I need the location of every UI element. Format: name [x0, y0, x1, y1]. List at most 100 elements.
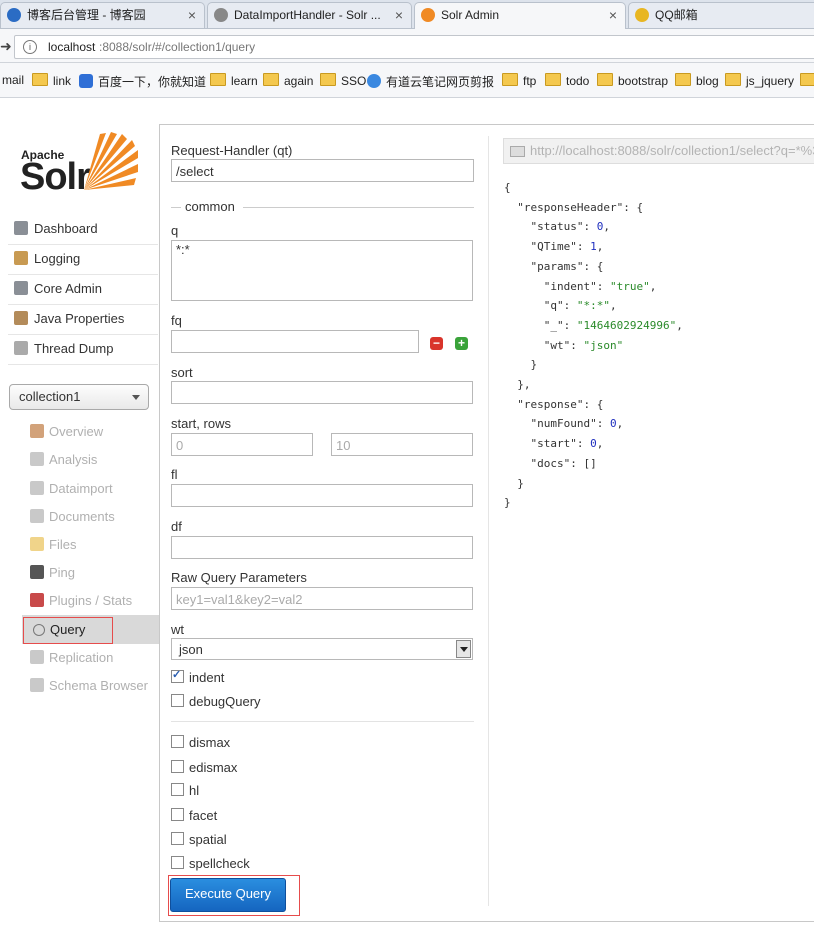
json-line: }	[504, 474, 683, 494]
browser-tab-strip: 博客后台管理 - 博客园 × DataImportHandler - Solr …	[0, 0, 814, 30]
bookmark-baidu[interactable]: 百度一下，你就知道	[79, 73, 206, 90]
json-token: "q":	[543, 299, 577, 313]
rows-input[interactable]: 10	[331, 433, 473, 456]
dashboard-icon	[14, 221, 28, 235]
checkbox[interactable]	[171, 735, 184, 748]
checkbox[interactable]	[171, 808, 184, 821]
spatial-checkbox[interactable]: spatial	[171, 832, 227, 847]
json-line: "QTime": 1,	[504, 237, 683, 257]
fq-input[interactable]	[171, 330, 419, 353]
nav-analysis[interactable]: Analysis	[30, 452, 97, 467]
nav-java-properties[interactable]: Java Properties	[14, 311, 124, 326]
bookmark-youdao[interactable]: 有道云笔记网页剪报	[367, 73, 494, 90]
json-token: "indent":	[543, 279, 610, 293]
bookmark-learn[interactable]: learn	[210, 73, 258, 88]
checkbox[interactable]	[171, 856, 184, 869]
back-arrow-icon[interactable]: ➜	[0, 38, 12, 55]
close-icon[interactable]: ×	[395, 3, 403, 27]
logging-icon	[14, 251, 28, 265]
link-icon	[510, 146, 525, 157]
response-url-text: http://localhost:8088/solr/collection1/s…	[530, 143, 814, 158]
nav-thread-dump[interactable]: Thread Dump	[14, 341, 113, 356]
q-textarea[interactable]: *:*	[171, 240, 473, 301]
json-line: "q": "*:*",	[504, 296, 683, 316]
qt-input[interactable]: /select	[171, 159, 474, 182]
facet-checkbox[interactable]: facet	[171, 808, 217, 823]
wt-select[interactable]: json	[171, 638, 473, 660]
edismax-checkbox[interactable]: edismax	[171, 760, 237, 775]
bookmark-ftp[interactable]: ftp	[502, 73, 536, 88]
json-line: }	[504, 355, 683, 375]
nav-overview[interactable]: Overview	[30, 424, 103, 439]
close-icon[interactable]: ×	[609, 3, 617, 27]
execute-annotation-box	[168, 875, 300, 916]
response-url-link[interactable]: http://localhost:8088/solr/collection1/s…	[503, 138, 814, 164]
wt-label: wt	[171, 622, 184, 637]
json-token: ,	[649, 279, 657, 293]
checkbox[interactable]	[171, 694, 184, 707]
debugquery-checkbox[interactable]: debugQuery	[171, 694, 261, 709]
nav-plugins-stats[interactable]: Plugins / Stats	[30, 593, 132, 608]
remove-icon[interactable]: −	[430, 337, 443, 350]
bookmark-js-jquery[interactable]: js_jquery	[725, 73, 794, 88]
browser-tab-dataimport[interactable]: DataImportHandler - Solr ... ×	[207, 2, 412, 28]
divider	[8, 334, 158, 335]
browser-tab-cnblogs[interactable]: 博客后台管理 - 博客园 ×	[0, 2, 205, 28]
paw-icon	[79, 74, 93, 88]
bookmark-sso[interactable]: SSO	[320, 73, 366, 88]
nav-files[interactable]: Files	[30, 537, 76, 552]
start-input[interactable]: 0	[171, 433, 313, 456]
bookmark-mail[interactable]: mail	[2, 73, 24, 87]
solr-logo[interactable]: Apache Solr	[20, 132, 140, 198]
sort-input[interactable]	[171, 381, 473, 404]
nav-logging[interactable]: Logging	[14, 251, 80, 266]
checkbox-checked[interactable]	[171, 668, 184, 683]
bookmark-again[interactable]: again	[263, 73, 313, 88]
nav-core-admin[interactable]: Core Admin	[14, 281, 102, 296]
df-input[interactable]	[171, 536, 473, 559]
page-icon	[214, 8, 228, 22]
nav-dataimport[interactable]: Dataimport	[30, 481, 113, 496]
wt-select-value: json	[179, 642, 203, 657]
json-token: },	[517, 378, 531, 392]
bookmark-bootstrap[interactable]: bootstrap	[597, 73, 668, 88]
url-input[interactable]: i localhost :8088/solr/#/collection1/que…	[14, 35, 814, 59]
json-line: "response": {	[504, 395, 683, 415]
dismax-checkbox[interactable]: dismax	[171, 735, 230, 750]
folder-icon	[210, 73, 226, 86]
hl-checkbox[interactable]: hl	[171, 783, 199, 798]
fl-label: fl	[171, 467, 178, 482]
indent-checkbox[interactable]: indent	[171, 668, 224, 685]
checkbox[interactable]	[171, 783, 184, 796]
nav-schema-browser[interactable]: Schema Browser	[30, 678, 148, 693]
nav-documents[interactable]: Documents	[30, 509, 115, 524]
json-token: "params": {	[530, 259, 604, 273]
bookmarks-bar: mail link 百度一下，你就知道 learn again SSO 有道云笔…	[0, 63, 814, 98]
json-token: 1	[590, 240, 597, 254]
checkbox[interactable]	[171, 760, 184, 773]
raw-query-input[interactable]: key1=val1&key2=val2	[171, 587, 473, 610]
add-icon[interactable]: +	[455, 337, 468, 350]
json-line: "status": 0,	[504, 217, 683, 237]
fl-input[interactable]	[171, 484, 473, 507]
nav-ping[interactable]: Ping	[30, 565, 75, 580]
checkbox[interactable]	[171, 832, 184, 845]
core-selector[interactable]: collection1	[9, 384, 149, 410]
bookmark-blog[interactable]: blog	[675, 73, 719, 88]
json-line: }	[504, 493, 683, 513]
browser-tab-solr-admin[interactable]: Solr Admin ×	[414, 2, 626, 30]
bookmark-overflow[interactable]	[800, 73, 814, 88]
bookmark-link[interactable]: link	[32, 73, 71, 88]
nav-dashboard[interactable]: Dashboard	[14, 221, 98, 236]
json-token: "true"	[609, 279, 650, 293]
nav-replication[interactable]: Replication	[30, 650, 113, 665]
json-token: ,	[616, 417, 624, 431]
bookmark-todo[interactable]: todo	[545, 73, 589, 88]
json-token: "QTime":	[530, 240, 591, 254]
close-icon[interactable]: ×	[188, 3, 196, 27]
divider	[171, 721, 474, 722]
json-token: "wt":	[543, 338, 584, 352]
browser-tab-qqmail[interactable]: QQ邮箱	[628, 2, 814, 28]
spellcheck-checkbox[interactable]: spellcheck	[171, 856, 250, 871]
info-icon[interactable]: i	[23, 40, 37, 54]
